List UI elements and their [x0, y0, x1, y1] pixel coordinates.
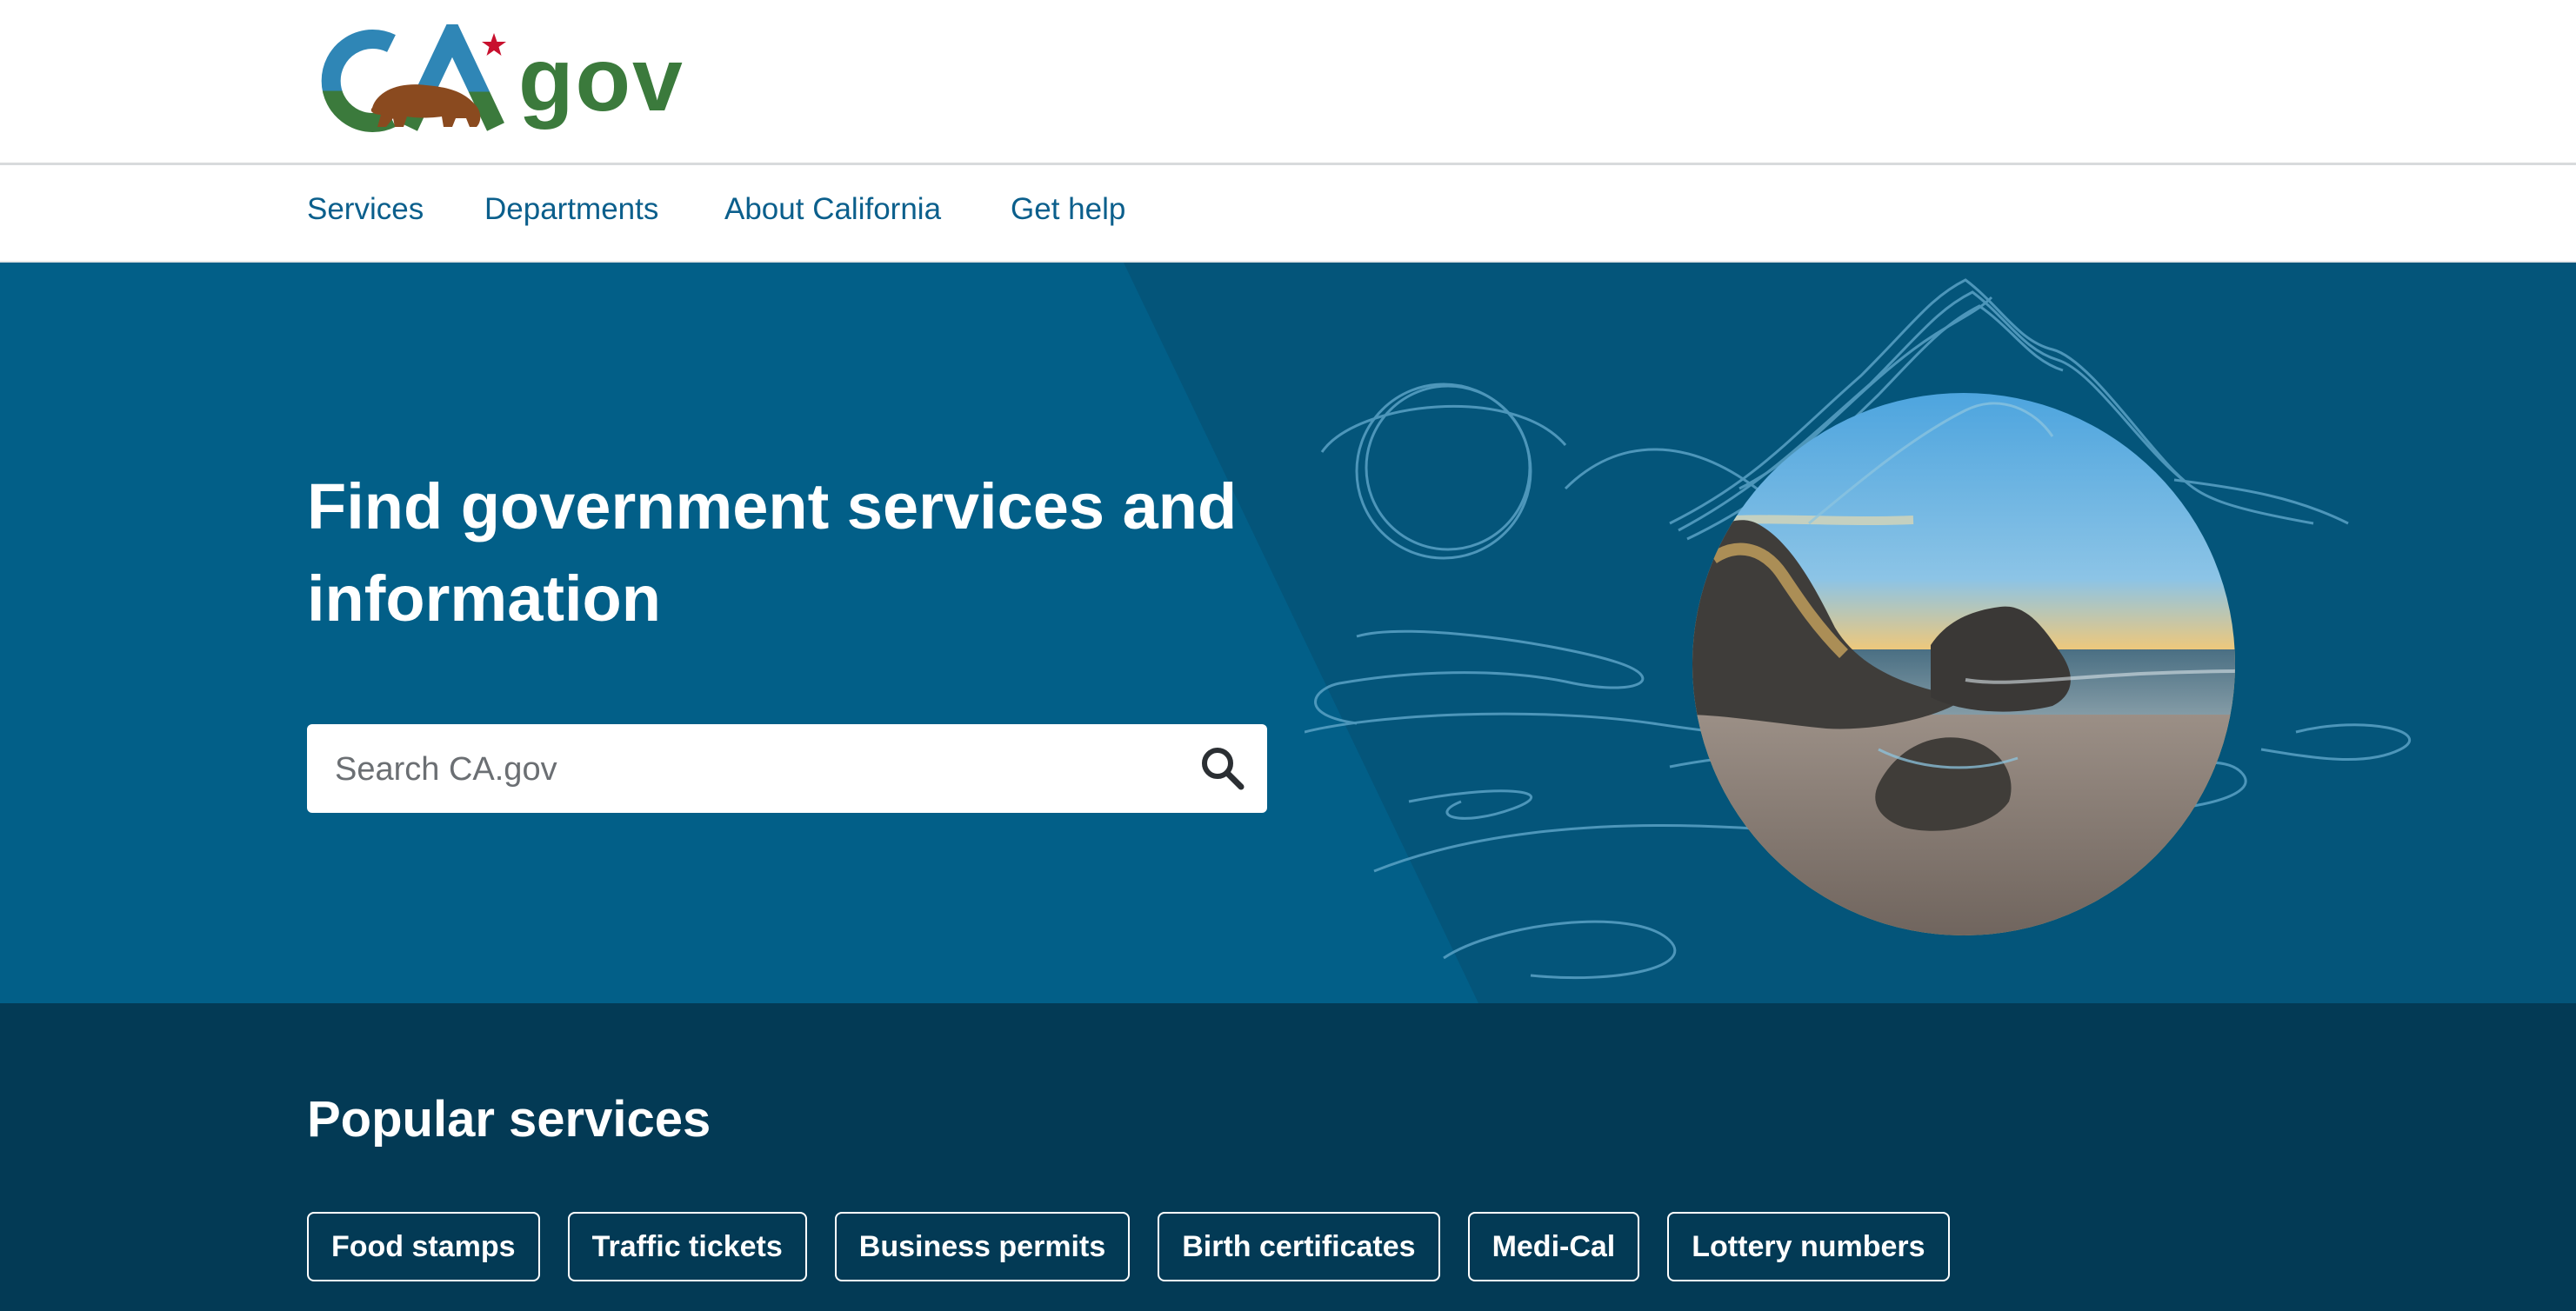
popular-service-traffic-tickets[interactable]: Traffic tickets: [567, 1212, 807, 1281]
search-button[interactable]: [1194, 740, 1251, 797]
nav-get-help[interactable]: Get help: [1011, 190, 1125, 230]
logo-gov-text: gov: [518, 30, 684, 130]
hero-title: Find government services and information: [307, 470, 1238, 635]
main-nav: Services Departments About California Ge…: [0, 165, 2576, 263]
popular-services-list: Food stamps Traffic tickets Business per…: [307, 1212, 1950, 1281]
search-icon: [1202, 748, 1245, 790]
popular-service-business-permits[interactable]: Business permits: [834, 1212, 1131, 1281]
ca-gov-logo[interactable]: gov: [0, 0, 696, 165]
search-box: [307, 724, 1267, 815]
nav-departments[interactable]: Departments: [484, 190, 658, 230]
hero-illustration: [1305, 278, 2412, 980]
nav-services[interactable]: Services: [307, 190, 424, 230]
beach-photo: [1692, 393, 2235, 935]
star-icon: [482, 33, 506, 56]
hero-section: Find government services and information: [0, 263, 2576, 1003]
popular-service-lottery-numbers[interactable]: Lottery numbers: [1667, 1212, 1950, 1281]
nav-about-california[interactable]: About California: [724, 190, 941, 230]
popular-service-food-stamps[interactable]: Food stamps: [307, 1212, 540, 1281]
popular-service-birth-certificates[interactable]: Birth certificates: [1158, 1212, 1440, 1281]
search-input[interactable]: [333, 724, 1171, 815]
popular-services-section: Popular services Food stamps Traffic tic…: [0, 1003, 2576, 1311]
popular-service-medi-cal[interactable]: Medi-Cal: [1467, 1212, 1640, 1281]
popular-services-title: Popular services: [307, 1091, 711, 1148]
site-header: gov: [0, 0, 2576, 165]
